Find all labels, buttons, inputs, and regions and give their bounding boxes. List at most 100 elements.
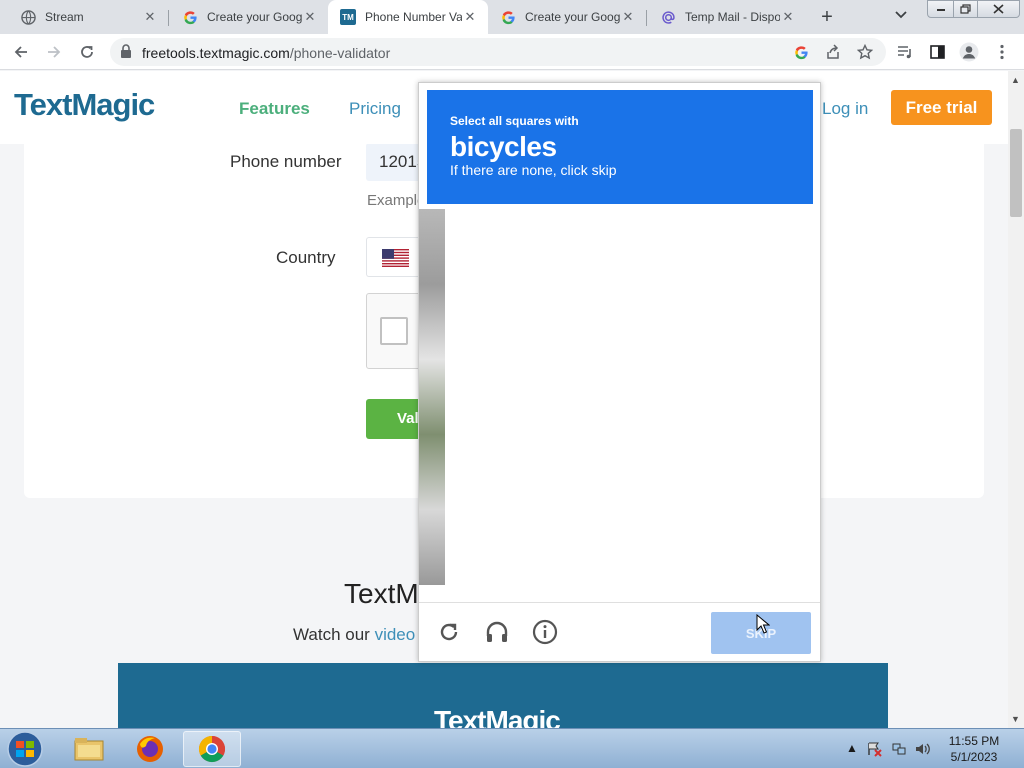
browser-toolbar: freetools.textmagic.com/phone-validator (0, 34, 1024, 70)
kebab-menu-icon[interactable] (992, 42, 1012, 62)
recaptcha-tile[interactable] (473, 306, 558, 401)
recaptcha-tile[interactable] (473, 209, 558, 304)
recaptcha-tile[interactable] (647, 500, 732, 595)
phone-example-text: Example (367, 192, 426, 209)
recaptcha-tile[interactable] (473, 403, 558, 498)
tab-temp-mail[interactable]: Temp Mail - Dispo ✕ (648, 0, 806, 34)
recaptcha-tile[interactable] (734, 403, 819, 498)
recaptcha-instruction-text: Select all squares with (450, 114, 579, 128)
minimize-button[interactable] (927, 0, 954, 18)
close-icon[interactable]: ✕ (142, 9, 158, 25)
close-icon[interactable]: ✕ (780, 9, 796, 25)
validate-button[interactable]: Val (366, 399, 426, 439)
tab-title: Temp Mail - Dispo (685, 10, 780, 24)
address-bar[interactable]: freetools.textmagic.com/phone-validator (110, 38, 886, 66)
recaptcha-checkbox[interactable] (380, 317, 408, 345)
textmagic-banner: TextMagic (118, 663, 888, 728)
network-icon[interactable] (891, 741, 907, 760)
clock-time: 11:55 PM (948, 734, 1000, 748)
volume-icon[interactable] (914, 741, 930, 760)
clock-date: 5/1/2023 (950, 750, 998, 764)
tab-search-chevron-icon[interactable] (895, 8, 907, 22)
recaptcha-tile[interactable] (560, 306, 645, 401)
tab-title: Create your Goog (525, 10, 620, 24)
new-tab-button[interactable]: + (814, 5, 840, 29)
reload-button[interactable] (76, 41, 98, 63)
recaptcha-skip-hint: If there are none, click skip (450, 162, 617, 178)
video-link[interactable]: video (375, 625, 416, 644)
country-label: Country (276, 248, 336, 267)
google-icon (182, 9, 198, 25)
lock-icon (120, 44, 134, 60)
recaptcha-tile[interactable] (734, 209, 819, 304)
tab-title: Stream (45, 10, 84, 24)
phone-number-label: Phone number (230, 152, 342, 171)
taskbar-firefox[interactable] (121, 731, 179, 767)
recaptcha-instructions: Select all squares with bicycles If ther… (427, 90, 813, 204)
globe-icon (20, 9, 36, 25)
page-scrollbar[interactable]: ▲ ▼ (1008, 71, 1024, 728)
recaptcha-tile[interactable] (734, 500, 819, 595)
free-trial-button[interactable]: Free trial (891, 90, 992, 125)
recaptcha-tile[interactable] (647, 209, 732, 304)
textmagic-logo[interactable]: TextMagic (14, 87, 155, 123)
us-flag-icon (382, 249, 409, 267)
tab-stream[interactable]: Stream ✕ (8, 0, 168, 34)
textmagic-tm-icon: TM (340, 9, 356, 25)
taskbar-chrome[interactable] (183, 731, 241, 767)
tab-create-google-2[interactable]: Create your Goog ✕ (488, 0, 646, 34)
google-translate-icon[interactable] (792, 43, 810, 61)
recaptcha-side-image-strip (419, 209, 445, 585)
recaptcha-tile[interactable] (473, 500, 558, 595)
recaptcha-tile[interactable] (647, 306, 732, 401)
scrollbar-thumb[interactable] (1010, 129, 1022, 217)
info-icon[interactable] (532, 619, 558, 645)
recaptcha-target-object: bicycles (450, 131, 557, 162)
close-icon[interactable]: ✕ (302, 9, 318, 25)
country-select[interactable] (366, 237, 426, 277)
section-title: TextM (344, 578, 419, 609)
recaptcha-challenge-popup: Select all squares with bicycles If ther… (418, 82, 821, 662)
start-button[interactable] (3, 730, 47, 768)
recaptcha-tile[interactable] (734, 306, 819, 401)
tray-expand-icon[interactable]: ▲ (846, 741, 858, 755)
profile-avatar-icon[interactable] (959, 42, 979, 62)
tab-phone-number-validator[interactable]: TM Phone Number Vali ✕ (328, 0, 488, 34)
side-panel-icon[interactable] (927, 42, 947, 62)
forward-button[interactable] (43, 41, 65, 63)
recaptcha-tile[interactable] (560, 500, 645, 595)
url-text: freetools.textmagic.com/phone-validator (142, 45, 391, 61)
tab-title: Phone Number Vali (365, 10, 462, 24)
close-window-button[interactable] (977, 0, 1020, 18)
recaptcha-tile[interactable] (647, 403, 732, 498)
nav-pricing[interactable]: Pricing (349, 99, 401, 119)
bookmark-star-icon[interactable] (856, 43, 874, 61)
phone-number-input[interactable]: 12015 (366, 143, 426, 181)
recaptcha-tile[interactable] (560, 209, 645, 304)
browser-tab-strip: Stream ✕ Create your Goog ✕ TM Phone Num… (0, 0, 1024, 34)
recaptcha-tile-grid (473, 209, 819, 595)
reload-challenge-icon[interactable] (436, 619, 462, 645)
at-sign-icon (660, 9, 676, 25)
action-center-flag-icon[interactable] (866, 741, 882, 760)
windows-taskbar: ▲ 11:55 PM 5/1/2023 (0, 728, 1024, 768)
media-queue-icon[interactable] (895, 42, 915, 62)
scroll-down-arrow-icon[interactable]: ▼ (1011, 714, 1020, 724)
recaptcha-tile[interactable] (560, 403, 645, 498)
close-icon[interactable]: ✕ (462, 9, 478, 25)
banner-logo: TextMagic (434, 705, 561, 728)
restore-button[interactable] (953, 0, 978, 18)
login-link[interactable]: Log in (822, 99, 868, 119)
close-icon[interactable]: ✕ (620, 9, 636, 25)
nav-features[interactable]: Features (239, 99, 310, 119)
section-subtitle: Watch our video (293, 625, 416, 644)
google-icon (500, 9, 516, 25)
taskbar-clock[interactable]: 11:55 PM 5/1/2023 (944, 733, 1004, 765)
back-button[interactable] (10, 41, 32, 63)
headphones-audio-icon[interactable] (484, 619, 510, 645)
recaptcha-checkbox-widget (366, 293, 426, 369)
taskbar-file-explorer[interactable] (60, 731, 118, 767)
tab-create-google-1[interactable]: Create your Goog ✕ (170, 0, 328, 34)
scroll-up-arrow-icon[interactable]: ▲ (1011, 75, 1020, 85)
share-icon[interactable] (824, 43, 842, 61)
